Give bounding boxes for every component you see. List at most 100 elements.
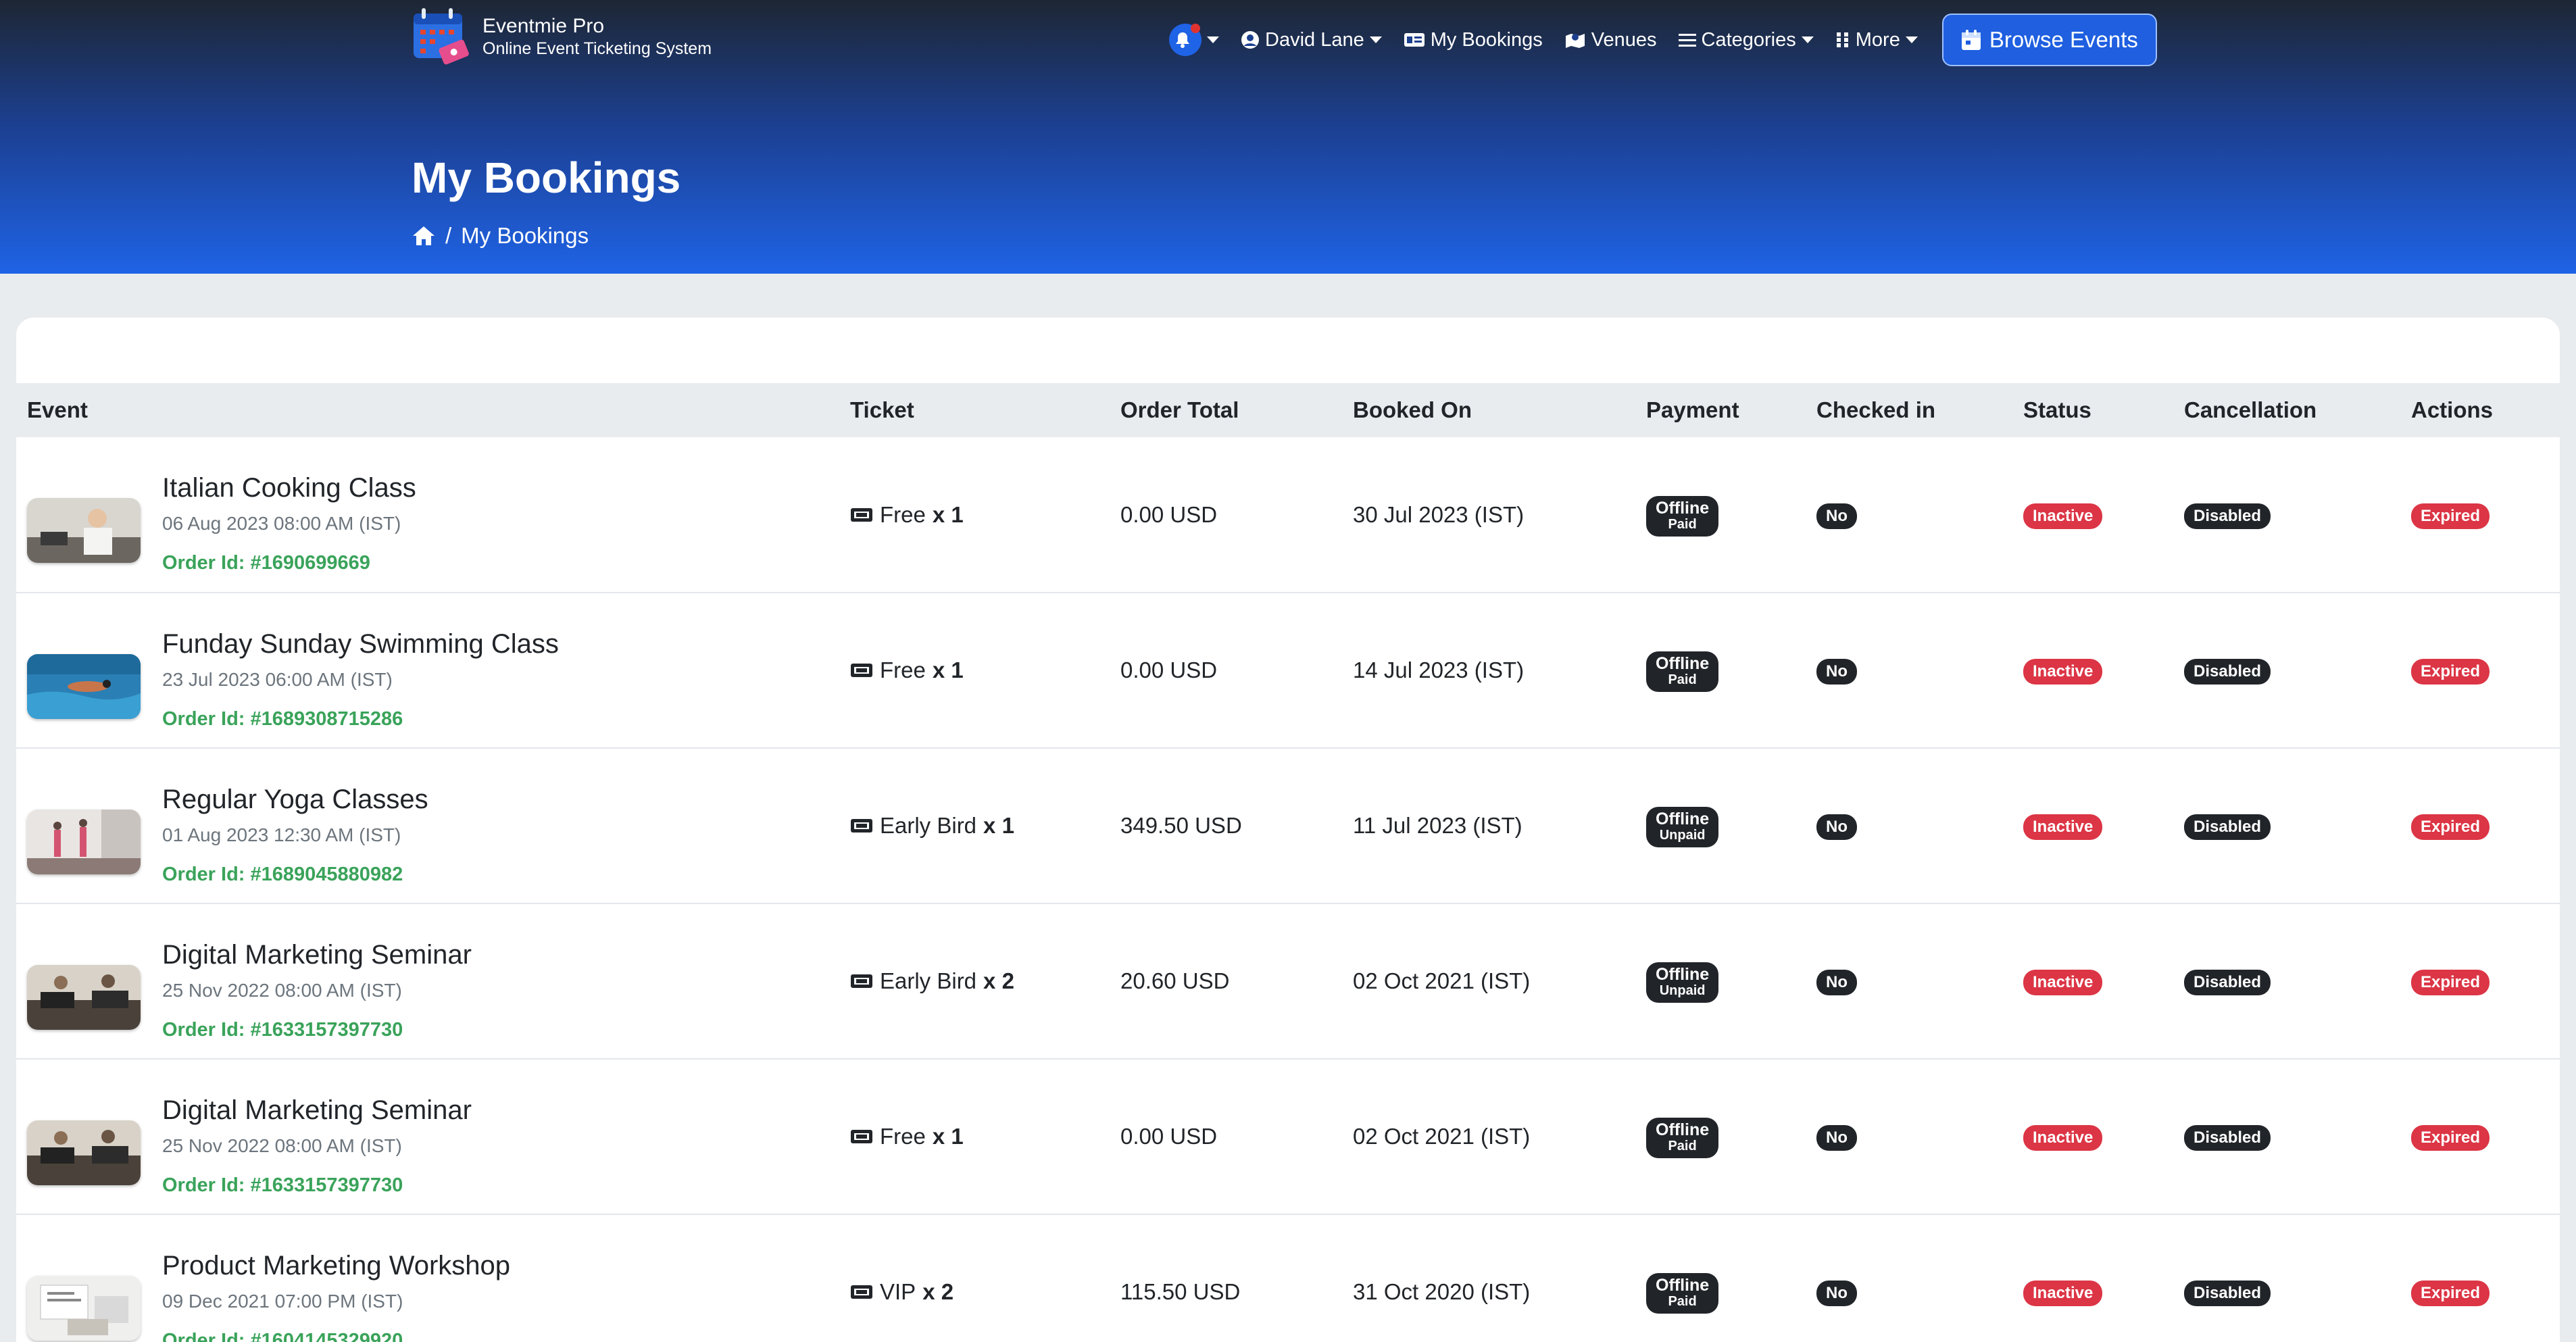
payment-state: Paid (1668, 1294, 1697, 1309)
ticket-name: VIP (880, 1279, 916, 1304)
checked-in-badge: No (1816, 503, 1857, 529)
payment-mode: Offline (1656, 498, 1710, 518)
event-date: 25 Nov 2022 08:00 AM (IST) (162, 979, 402, 1001)
ticket-icon (851, 974, 872, 988)
event-date: 01 Aug 2023 12:30 AM (IST) (162, 824, 401, 845)
order-id: Order Id: #1633157397730 (162, 1174, 403, 1196)
status-badge: Inactive (2023, 970, 2103, 995)
event-title[interactable]: Product Marketing Workshop (162, 1249, 510, 1283)
payment-badge: Offline Unpaid (1646, 962, 1719, 1003)
payment-badge: Offline Paid (1646, 651, 1719, 692)
order-id: Order Id: #1604145329920 (162, 1329, 403, 1342)
ticket-quantity: x 1 (932, 501, 964, 527)
home-icon[interactable] (412, 225, 436, 247)
page-header: Eventmie Pro Online Event Ticketing Syst… (0, 0, 2576, 274)
nav-my-bookings[interactable]: My Bookings (1404, 29, 1543, 51)
browse-events-button[interactable]: Browse Events (1941, 14, 2157, 66)
table-row: Funday Sunday Swimming Class 23 Jul 2023… (16, 593, 2560, 748)
calendar-ticket-logo-icon (410, 4, 474, 69)
payment-state: Unpaid (1659, 828, 1706, 843)
table-row: Italian Cooking Class 06 Aug 2023 08:00 … (16, 437, 2560, 593)
checked-in-badge: No (1816, 970, 1857, 995)
booked-on: 31 Oct 2020 (IST) (1353, 1279, 1531, 1304)
list-icon (1678, 34, 1696, 47)
event-title[interactable]: Digital Marketing Seminar (162, 1093, 472, 1127)
payment-mode: Offline (1656, 1120, 1710, 1139)
bookings-table: Event Ticket Order Total Booked On Payme… (16, 383, 2560, 1342)
checked-in-badge: No (1816, 659, 1857, 685)
ticket-name: Free (880, 657, 926, 682)
page-title: My Bookings (412, 153, 681, 202)
col-ticket: Ticket (850, 397, 914, 422)
map-icon (1565, 34, 1585, 48)
browse-events-label: Browse Events (1989, 27, 2138, 52)
ticket-icon (851, 507, 872, 522)
event-date: 06 Aug 2023 08:00 AM (IST) (162, 513, 401, 534)
cancellation-badge: Disabled (2184, 503, 2271, 529)
breadcrumb: / My Bookings (412, 223, 589, 249)
event-title[interactable]: Italian Cooking Class (162, 471, 416, 505)
event-thumbnail-swim[interactable] (27, 653, 141, 719)
payment-mode: Offline (1656, 654, 1710, 673)
col-payment: Payment (1646, 397, 1739, 422)
brand-logo-link[interactable]: Eventmie Pro Online Event Ticketing Syst… (410, 4, 712, 69)
bookings-card: Event Ticket Order Total Booked On Payme… (16, 318, 2560, 1342)
event-thumbnail-seminar[interactable] (27, 1120, 141, 1185)
col-actions: Actions (2411, 397, 2494, 422)
ticket-icon (851, 1130, 872, 1143)
event-date: 25 Nov 2022 08:00 AM (IST) (162, 1135, 402, 1156)
order-total: 0.00 USD (1120, 1124, 1218, 1149)
expired-badge: Expired (2411, 970, 2490, 995)
chevron-down-icon (1207, 36, 1219, 43)
cancellation-badge: Disabled (2184, 659, 2271, 685)
event-thumbnail-yoga[interactable] (27, 809, 141, 874)
event-title[interactable]: Digital Marketing Seminar (162, 938, 472, 972)
order-id: Order Id: #1633157397730 (162, 1018, 403, 1041)
cancellation-badge: Disabled (2184, 814, 2271, 840)
ticket-name: Early Bird (880, 813, 977, 838)
status-badge: Inactive (2023, 1281, 2103, 1306)
order-total: 349.50 USD (1120, 813, 1242, 838)
bell-icon (1169, 24, 1202, 56)
ticket-icon (851, 819, 872, 832)
ticket-quantity: x 1 (983, 813, 1014, 838)
event-title[interactable]: Funday Sunday Swimming Class (162, 627, 559, 661)
payment-mode: Offline (1656, 965, 1710, 984)
col-booked-on: Booked On (1353, 397, 1472, 422)
ticket-name: Free (880, 501, 926, 527)
booked-on: 02 Oct 2021 (IST) (1353, 1124, 1531, 1149)
notifications-dropdown[interactable] (1169, 24, 1219, 56)
top-nav: David Lane My Bookings Venues Categories… (1169, 14, 2157, 66)
payment-badge: Offline Paid (1646, 1273, 1719, 1314)
booked-on: 02 Oct 2021 (IST) (1353, 968, 1531, 993)
status-badge: Inactive (2023, 814, 2103, 840)
booked-on: 14 Jul 2023 (IST) (1353, 657, 1525, 682)
order-id: Order Id: #1689308715286 (162, 707, 403, 730)
ticket-name: Free (880, 1124, 926, 1149)
nav-categories[interactable]: Categories (1678, 28, 1814, 51)
payment-state: Paid (1668, 516, 1697, 532)
event-date: 23 Jul 2023 06:00 AM (IST) (162, 668, 393, 690)
nav-my-bookings-label: My Bookings (1430, 28, 1543, 51)
event-thumbnail-cooking[interactable] (27, 498, 141, 563)
event-thumbnail-seminar[interactable] (27, 964, 141, 1030)
brand-tagline: Online Event Ticketing System (482, 39, 712, 58)
nav-more[interactable]: More (1835, 29, 1918, 51)
nav-categories-label: Categories (1701, 28, 1796, 51)
event-title[interactable]: Regular Yoga Classes (162, 782, 428, 816)
order-total: 0.00 USD (1120, 657, 1218, 682)
col-event: Event (27, 397, 88, 422)
id-card-icon (1404, 33, 1425, 47)
nav-venues[interactable]: Venues (1564, 29, 1657, 51)
payment-state: Paid (1668, 1139, 1697, 1153)
chevron-down-icon (1905, 36, 1918, 43)
ticket-icon (851, 1285, 872, 1299)
payment-badge: Offline Unpaid (1646, 807, 1719, 847)
checked-in-badge: No (1816, 814, 1857, 840)
order-id: Order Id: #1690699669 (162, 552, 370, 574)
event-thumbnail-workshop[interactable] (27, 1275, 141, 1341)
chevron-down-icon (1369, 36, 1382, 43)
checked-in-badge: No (1816, 1281, 1857, 1306)
user-menu-dropdown[interactable]: David Lane (1241, 29, 1382, 51)
table-row: Regular Yoga Classes 01 Aug 2023 12:30 A… (16, 748, 2560, 903)
